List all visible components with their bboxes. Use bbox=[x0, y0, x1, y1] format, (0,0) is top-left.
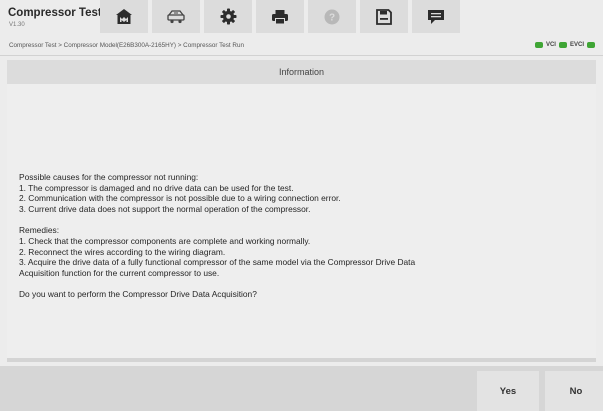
top-bar: Compressor Test V1.30 ? bbox=[0, 0, 603, 38]
remedy-item: 3. Acquire the drive data of a fully fun… bbox=[19, 257, 416, 268]
causes-heading: Possible causes for the compressor not r… bbox=[19, 172, 199, 182]
panel-title: Information bbox=[7, 60, 596, 84]
toolbar: ? bbox=[100, 0, 464, 33]
remedy-item: 2. Reconnect the wires according to the … bbox=[19, 246, 226, 257]
message-button[interactable] bbox=[412, 0, 460, 33]
confirmation-question: Do you want to perform the Compressor Dr… bbox=[19, 289, 257, 300]
home-button[interactable] bbox=[100, 0, 148, 33]
cause-item: 3. Current drive data does not support t… bbox=[19, 203, 311, 214]
vehicle-swap-icon bbox=[167, 9, 185, 23]
yes-button[interactable]: Yes bbox=[477, 371, 539, 411]
svg-text:?: ? bbox=[329, 12, 335, 23]
information-panel: Possible causes for the compressor not r… bbox=[7, 84, 596, 362]
vehicle-swap-button[interactable] bbox=[152, 0, 200, 33]
gear-icon bbox=[220, 8, 236, 25]
remedy-item: 1. Check that the compressor components … bbox=[19, 235, 311, 246]
breadcrumb-bar: Compressor Test > Compressor Model(E26B3… bbox=[0, 38, 603, 56]
save-button[interactable] bbox=[360, 0, 408, 33]
home-icon bbox=[116, 9, 132, 24]
vci-status-icon bbox=[534, 42, 543, 48]
save-icon bbox=[376, 8, 392, 25]
app-version: V1.30 bbox=[9, 22, 25, 28]
help-button[interactable]: ? bbox=[308, 0, 356, 33]
help-icon: ? bbox=[324, 9, 340, 24]
remedy-item-continued: Acquisition function for the current com… bbox=[19, 267, 220, 278]
vci-label: VCI bbox=[545, 42, 556, 48]
message-icon bbox=[428, 9, 444, 24]
connection-status: VCI EVCI bbox=[534, 42, 595, 48]
breadcrumb[interactable]: Compressor Test > Compressor Model(E26B3… bbox=[9, 42, 244, 49]
app-title: Compressor Test bbox=[8, 7, 102, 19]
evci-status-icon bbox=[558, 42, 567, 48]
remedies-heading: Remedies: bbox=[19, 225, 60, 236]
evci-label: EVCI bbox=[569, 42, 584, 48]
footer-bar: Yes No bbox=[0, 366, 603, 411]
evci-connected-icon bbox=[587, 42, 595, 48]
settings-button[interactable] bbox=[204, 0, 252, 33]
print-button[interactable] bbox=[256, 0, 304, 33]
cause-item: 1. The compressor is damaged and no driv… bbox=[19, 182, 294, 193]
printer-icon bbox=[272, 9, 288, 24]
cause-item: 2. Communication with the compressor is … bbox=[19, 193, 341, 204]
no-button[interactable]: No bbox=[545, 371, 603, 411]
